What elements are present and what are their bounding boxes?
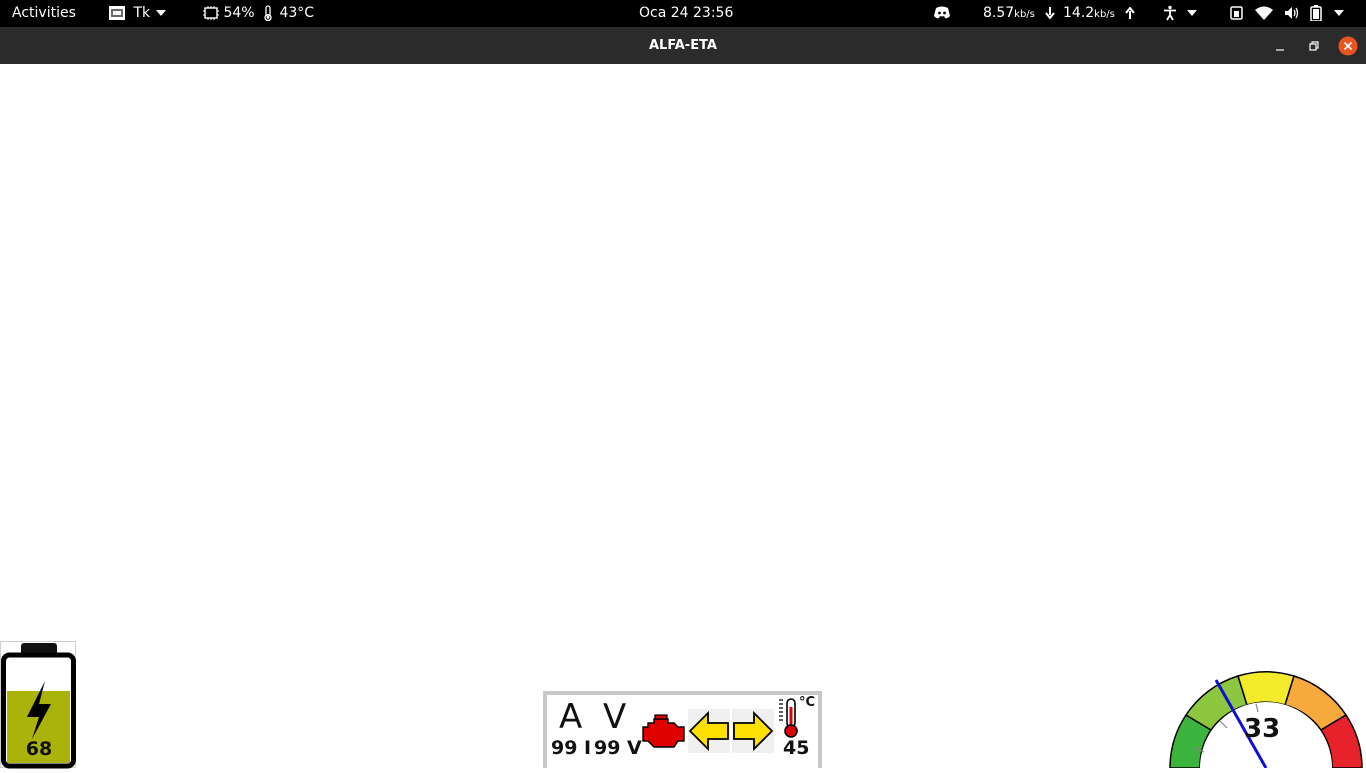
net-up-unit: kb/s (1094, 9, 1115, 20)
dashboard-panel: A V 99 I 99 V °C 45 (543, 691, 822, 768)
clock[interactable]: Oca 24 23:56 (639, 0, 733, 27)
current-value: 99 I (551, 737, 592, 759)
app-menu[interactable]: Tk (109, 0, 167, 27)
minimize-button[interactable] (1270, 36, 1290, 56)
battery-widget: 68 (0, 641, 76, 769)
accessibility-icon (1162, 5, 1182, 21)
tk-app-icon (109, 5, 129, 21)
engine-warning-icon (640, 713, 688, 755)
accessibility-menu[interactable] (1162, 0, 1198, 27)
app-menu-label: Tk (133, 5, 151, 21)
volume-icon (1284, 5, 1304, 21)
app-canvas[interactable]: 68 A V 99 I 99 V °C 45 33 (0, 64, 1366, 769)
left-turn-signal-icon (688, 709, 730, 753)
thermometer-icon (263, 5, 277, 22)
window-title-bar[interactable]: ALFA-ETA (0, 27, 1366, 64)
current-symbol: A (559, 697, 583, 737)
chevron-down-icon (1186, 5, 1198, 21)
temperature-unit: °C (799, 695, 816, 710)
dashboard-inner: A V 99 I 99 V °C 45 (547, 695, 818, 768)
chevron-down-icon (155, 5, 167, 21)
wifi-icon (1255, 5, 1277, 21)
arrow-down-icon (1045, 5, 1056, 21)
close-button[interactable] (1338, 36, 1358, 56)
temperature-value: 43°C (279, 5, 315, 21)
window-title: ALFA-ETA (649, 38, 717, 53)
right-turn-signal-icon (732, 709, 774, 753)
discord-icon[interactable] (933, 0, 951, 27)
cpu-icon (203, 5, 223, 21)
top-bar: Activities Tk 54% 43°C Oca 24 23:56 8.57… (0, 0, 1366, 27)
arrow-up-icon (1125, 5, 1136, 21)
net-up-value: 14.2 (1063, 5, 1095, 21)
speed-gauge: 33 (1160, 664, 1366, 769)
system-menu[interactable] (1229, 0, 1345, 27)
temperature-indicator[interactable]: 43°C (263, 0, 314, 27)
network-up-indicator[interactable]: 14.2kb/s (1063, 0, 1136, 27)
cpu-value: 54% (223, 5, 255, 21)
screen-share-icon (1229, 5, 1249, 21)
net-down-unit: kb/s (1014, 9, 1035, 20)
maximize-button[interactable] (1304, 36, 1324, 56)
speed-value: 33 (1244, 714, 1281, 744)
net-down-value: 8.57 (983, 5, 1015, 21)
motor-temperature-value: 45 (783, 737, 810, 759)
chevron-down-icon (1333, 5, 1345, 21)
battery-percent: 68 (25, 738, 53, 760)
network-down-indicator[interactable]: 8.57kb/s (983, 0, 1056, 27)
voltage-value: 99 V (594, 737, 642, 759)
activities-button[interactable]: Activities (12, 0, 76, 27)
cpu-indicator[interactable]: 54% (203, 0, 255, 27)
voltage-symbol: V (603, 697, 627, 737)
battery-icon (1310, 5, 1326, 22)
